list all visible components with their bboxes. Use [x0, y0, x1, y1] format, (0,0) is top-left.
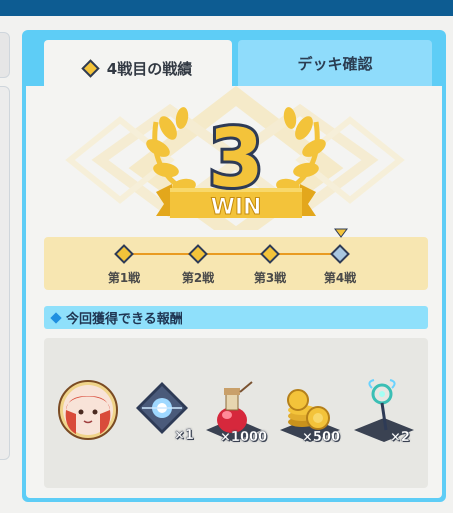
- win-emblem: WIN 3: [65, 85, 405, 230]
- reward-item[interactable]: ×500: [278, 378, 342, 446]
- step-2-node-icon: [188, 244, 208, 264]
- reward-item[interactable]: ×1: [130, 376, 194, 444]
- step-1-label: 第1戦: [107, 271, 141, 285]
- step-4-node-icon: [330, 244, 350, 264]
- current-step-marker-icon: [334, 228, 348, 238]
- step-4-label: 第4戦: [323, 271, 357, 285]
- rewards-header-label: 今回獲得できる報酬: [66, 312, 183, 327]
- diamond-icon: [50, 311, 62, 324]
- rewards-list: ×1 ×1000 ×500 ×2: [44, 338, 428, 488]
- reward-quantity: ×500: [302, 430, 341, 445]
- reward-item[interactable]: ×2: [354, 378, 416, 446]
- step-2-label: 第2戦: [181, 271, 215, 285]
- reward-quantity: ×1: [174, 428, 194, 443]
- rewards-header: 今回獲得できる報酬: [44, 306, 428, 329]
- step-3-label: 第3戦: [253, 271, 287, 285]
- battle-progress: 第1戦 第2戦 第3戦 第4戦: [44, 237, 428, 290]
- reward-item[interactable]: ×1000: [204, 378, 268, 446]
- reward-item[interactable]: [58, 380, 118, 444]
- reward-quantity: ×1000: [220, 430, 268, 445]
- progress-track: [114, 244, 350, 264]
- character-portrait-icon: [58, 380, 118, 440]
- win-count: 3: [208, 112, 264, 205]
- reward-quantity: ×2: [390, 430, 410, 445]
- step-1-node-icon: [114, 244, 134, 264]
- step-3-node-icon: [260, 244, 280, 264]
